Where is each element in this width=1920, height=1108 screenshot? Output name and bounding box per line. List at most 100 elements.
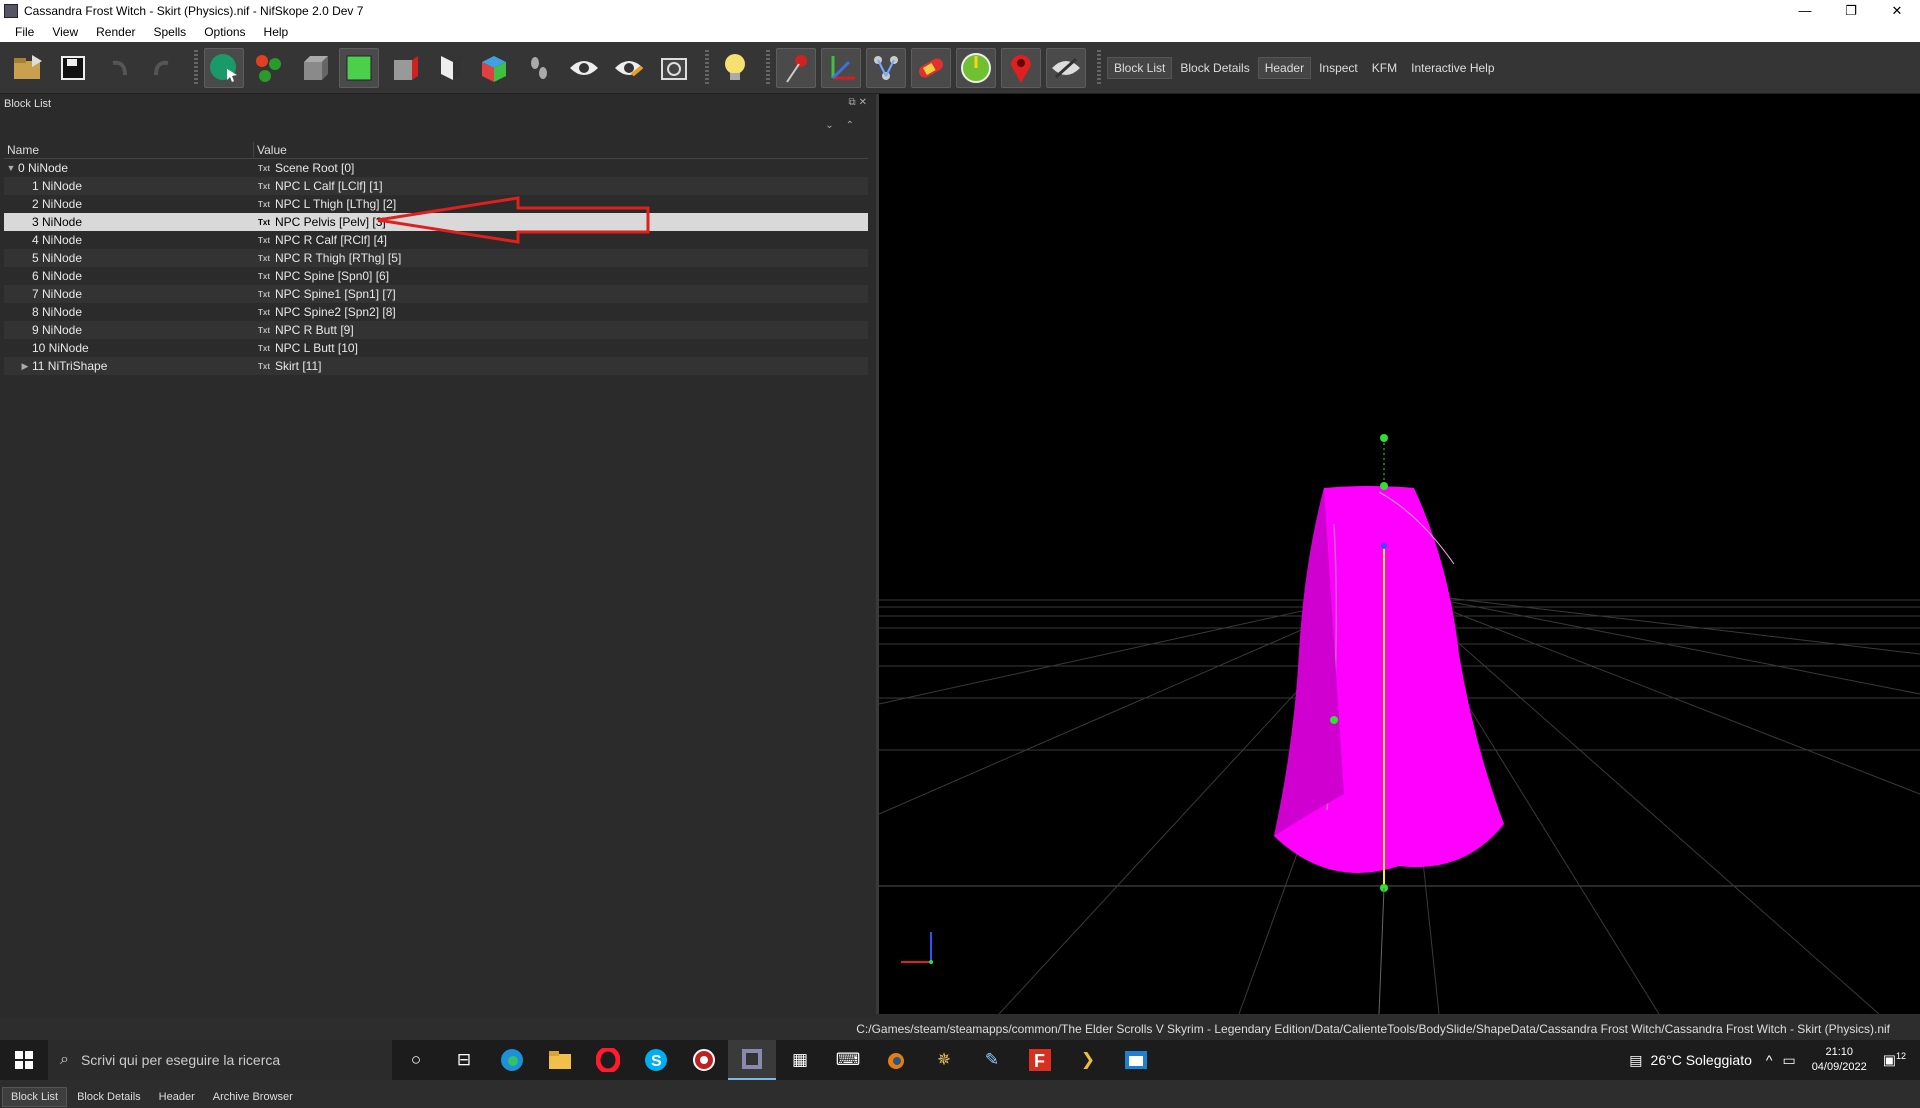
- show-skeleton-button[interactable]: [866, 47, 906, 88]
- toolbar-grip[interactable]: [194, 49, 198, 86]
- table-row[interactable]: 7 NiNode Txt NPC Spine1 [Spn1] [7]: [4, 285, 868, 303]
- taskbar-app-keyboard[interactable]: ⌨: [824, 1040, 872, 1080]
- view-side-button[interactable]: [384, 48, 424, 88]
- walk-mode-button[interactable]: [519, 48, 559, 88]
- toolbar-grip[interactable]: [705, 49, 709, 86]
- select-object-button[interactable]: [204, 47, 244, 88]
- toolbar-grip[interactable]: [766, 49, 770, 86]
- open-button[interactable]: [8, 48, 48, 88]
- start-button[interactable]: [0, 1040, 48, 1080]
- table-row[interactable]: ▼ 0 NiNode Txt Scene Root [0]: [4, 159, 868, 177]
- menu-file[interactable]: File: [6, 25, 43, 39]
- expand-toggle-icon[interactable]: ▶: [18, 361, 32, 372]
- show-markers-button[interactable]: [776, 47, 816, 88]
- view-top-button[interactable]: [339, 47, 379, 88]
- toolbar-interactive-help-toggle[interactable]: Interactive Help: [1405, 58, 1500, 78]
- lighting-button[interactable]: [715, 48, 755, 88]
- show-nodes-button[interactable]: [609, 48, 649, 88]
- notifications-icon[interactable]: ▣12: [1883, 1051, 1906, 1069]
- view-perspective-button[interactable]: [474, 48, 514, 88]
- save-button[interactable]: [53, 48, 93, 88]
- undo-button[interactable]: [98, 48, 138, 88]
- table-row[interactable]: 6 NiNode Txt NPC Spine [Spn0] [6]: [4, 267, 868, 285]
- expand-toggle-icon[interactable]: ▼: [4, 163, 18, 173]
- opera-icon: [596, 1048, 620, 1072]
- restore-button[interactable]: ❐: [1828, 0, 1874, 22]
- column-value-header[interactable]: Value: [254, 142, 868, 158]
- view-user-button[interactable]: [429, 48, 469, 88]
- menu-spells[interactable]: Spells: [145, 25, 196, 39]
- redo-button[interactable]: [143, 48, 183, 88]
- taskbar-edge[interactable]: [488, 1040, 536, 1080]
- taskbar-skype[interactable]: S: [632, 1040, 680, 1080]
- taskbar-app-star[interactable]: ✵: [920, 1040, 968, 1080]
- toolbar-block-details-toggle[interactable]: Block Details: [1174, 58, 1255, 78]
- block-value: NPC L Butt [10]: [275, 341, 358, 355]
- tab-block-list[interactable]: Block List: [2, 1087, 68, 1107]
- taskbar-app-feather[interactable]: ✎: [968, 1040, 1016, 1080]
- screenshot-button[interactable]: [654, 48, 694, 88]
- weather-icon[interactable]: ▤: [1629, 1052, 1642, 1069]
- vertex-select-icon: [256, 54, 281, 82]
- table-row[interactable]: 1 NiNode Txt NPC L Calf [LClf] [1]: [4, 177, 868, 195]
- taskbar-nifskope[interactable]: [728, 1040, 776, 1080]
- task-view-button[interactable]: ⊟: [440, 1040, 488, 1080]
- toolbar-inspect-toggle[interactable]: Inspect: [1313, 58, 1364, 78]
- annotation-arrow: [377, 196, 650, 244]
- menu-help[interactable]: Help: [255, 25, 298, 39]
- toolbar-grip[interactable]: [1097, 49, 1101, 86]
- table-row[interactable]: 8 NiNode Txt NPC Spine2 [Spn2] [8]: [4, 303, 868, 321]
- cortana-button[interactable]: ○: [392, 1040, 440, 1080]
- show-furniture-button[interactable]: [1001, 47, 1041, 88]
- show-hidden-button[interactable]: [564, 48, 604, 88]
- main-toolbar: Block List Block Details Header Inspect …: [0, 42, 1920, 94]
- close-panel-icon[interactable]: ✕: [859, 97, 870, 108]
- clock[interactable]: 21:10 04/09/2022: [1812, 1045, 1867, 1075]
- weather-text[interactable]: 26°C Soleggiato: [1651, 1052, 1752, 1068]
- taskbar-app-red[interactable]: [680, 1040, 728, 1080]
- show-constraints-button[interactable]: [911, 47, 951, 88]
- text-type-icon: Txt: [258, 307, 270, 317]
- chevron-up-icon[interactable]: ⌃: [846, 120, 866, 131]
- render-viewport[interactable]: [879, 94, 1920, 1014]
- table-row[interactable]: 10 NiNode Txt NPC L Butt [10]: [4, 339, 868, 357]
- tab-header[interactable]: Header: [151, 1088, 203, 1106]
- toolbar-block-list-toggle[interactable]: Block List: [1107, 56, 1173, 79]
- table-row[interactable]: 5 NiNode Txt NPC R Thigh [RThg] [5]: [4, 249, 868, 267]
- show-havok-button[interactable]: [956, 47, 996, 88]
- float-panel-icon[interactable]: ⧉: [848, 97, 858, 108]
- taskbar-app-arrow[interactable]: ❯: [1064, 1040, 1112, 1080]
- menu-view[interactable]: View: [43, 25, 87, 39]
- close-button[interactable]: ✕: [1874, 0, 1920, 22]
- network-icon[interactable]: ▭: [1782, 1052, 1795, 1069]
- column-name-header[interactable]: Name: [4, 142, 254, 158]
- arrow-icon: ❯: [1080, 1050, 1096, 1069]
- taskbar-file-explorer[interactable]: [536, 1040, 584, 1080]
- folder-open-icon: [14, 54, 42, 79]
- text-type-icon: Txt: [258, 199, 270, 209]
- taskbar-app-f[interactable]: F: [1016, 1040, 1064, 1080]
- hide-geometry-button[interactable]: [1046, 47, 1086, 88]
- select-vertex-button[interactable]: [249, 48, 289, 88]
- menu-options[interactable]: Options: [195, 25, 254, 39]
- toolbar-kfm-toggle[interactable]: KFM: [1366, 58, 1403, 78]
- taskbar-app-blender[interactable]: [872, 1040, 920, 1080]
- menu-render[interactable]: Render: [87, 25, 144, 39]
- tab-block-details[interactable]: Block Details: [69, 1088, 149, 1106]
- toolbar-header-toggle[interactable]: Header: [1257, 56, 1312, 79]
- taskbar-app-window[interactable]: [1112, 1040, 1160, 1080]
- cell-name: ▼ 0 NiNode: [4, 161, 254, 175]
- taskbar-opera[interactable]: [584, 1040, 632, 1080]
- tab-archive-browser[interactable]: Archive Browser: [205, 1088, 301, 1106]
- table-row[interactable]: 9 NiNode Txt NPC R Butt [9]: [4, 321, 868, 339]
- skype-icon: S: [645, 1049, 667, 1071]
- chevron-down-icon[interactable]: ⌄: [825, 120, 845, 131]
- chevron-up-icon[interactable]: ^: [1766, 1052, 1773, 1068]
- block-name: 2 NiNode: [32, 197, 83, 211]
- taskbar-app-grid[interactable]: ▦: [776, 1040, 824, 1080]
- taskbar-search[interactable]: ⌕ Scrivi qui per eseguire la ricerca: [48, 1040, 392, 1080]
- table-row[interactable]: ▶ 11 NiTriShape Txt Skirt [11]: [4, 357, 868, 375]
- minimize-button[interactable]: —: [1782, 0, 1828, 22]
- view-front-button[interactable]: [294, 48, 334, 88]
- show-axes-button[interactable]: [821, 47, 861, 88]
